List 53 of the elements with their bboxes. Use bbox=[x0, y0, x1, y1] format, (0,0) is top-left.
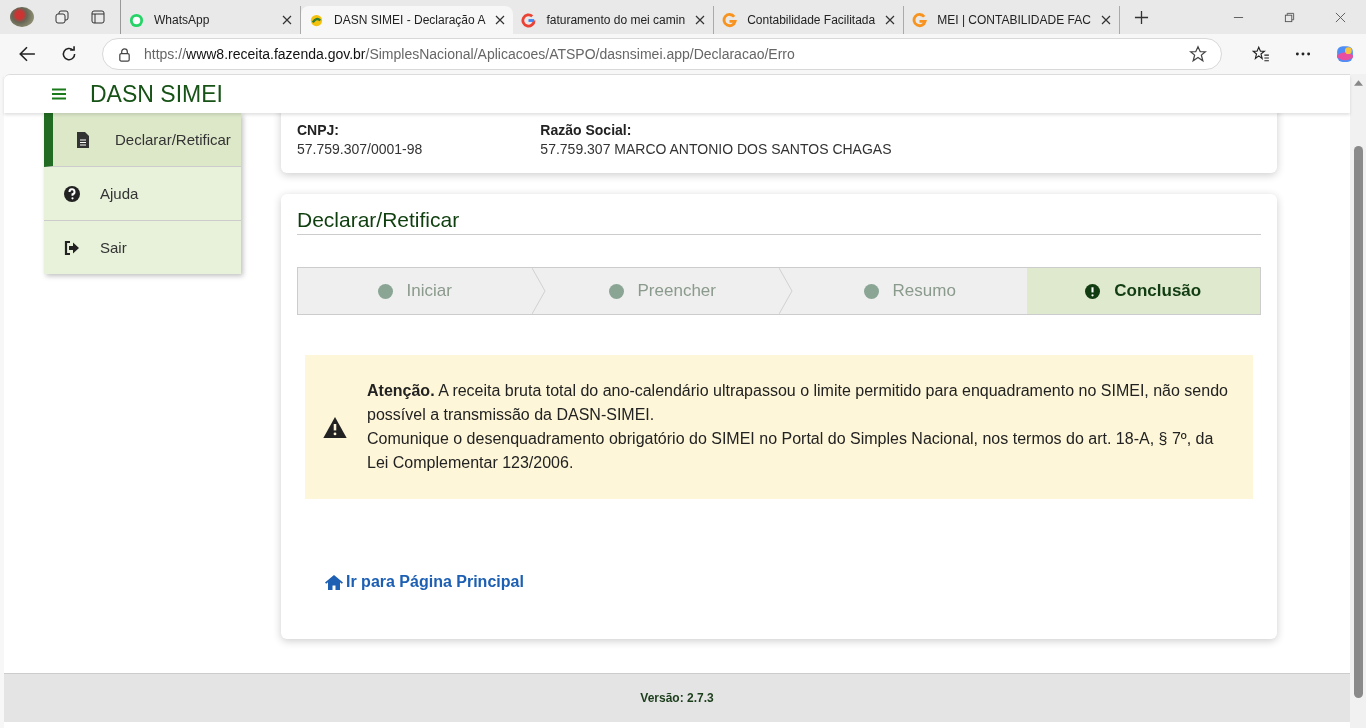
favicon-icon bbox=[722, 12, 738, 28]
scroll-up-icon[interactable] bbox=[1353, 80, 1363, 86]
workspaces-icon[interactable] bbox=[54, 9, 70, 25]
copilot-icon[interactable] bbox=[1336, 45, 1354, 63]
version-text: Versão: 2.7.3 bbox=[640, 691, 714, 705]
wizard-step: Preencher bbox=[545, 268, 779, 314]
favicon-icon bbox=[309, 12, 324, 28]
close-tab-icon[interactable] bbox=[885, 15, 896, 25]
menu-icon[interactable] bbox=[52, 88, 66, 100]
close-icon[interactable] bbox=[1335, 11, 1346, 23]
close-tab-icon[interactable] bbox=[282, 15, 292, 25]
scrollbar[interactable] bbox=[1350, 74, 1366, 728]
sidebar-item[interactable]: Sair bbox=[44, 221, 241, 274]
field-label: CNPJ: bbox=[297, 122, 340, 138]
wizard-step: Resumo bbox=[793, 268, 1027, 314]
field-label: Razão Social: bbox=[540, 122, 633, 138]
reload-icon[interactable] bbox=[60, 45, 78, 63]
restore-icon[interactable] bbox=[1284, 11, 1295, 23]
sidebar-item[interactable]: Ajuda bbox=[44, 167, 241, 221]
app-title: DASN SIMEI bbox=[90, 80, 223, 108]
close-tab-icon[interactable] bbox=[1100, 15, 1111, 25]
sign-out-icon bbox=[64, 239, 80, 256]
profile-avatar-icon[interactable] bbox=[10, 7, 34, 27]
address-field[interactable]: https://www8.receita.fazenda.gov.br/SimplesNacional/Aplicacoes/ATSPO/dasnsimei.app/Declaracao/Erro bbox=[102, 38, 1222, 70]
section-title: Declarar/Retificar bbox=[297, 208, 1261, 235]
favicon-icon bbox=[129, 12, 144, 28]
help-icon bbox=[64, 185, 80, 202]
step-dot-icon bbox=[863, 283, 879, 299]
field-value: 57.759.307 MARCO ANTONIO DOS SANTOS CHAGAS bbox=[540, 141, 892, 157]
sidebar-item[interactable]: Declarar/Retificar bbox=[44, 113, 241, 167]
alert-text: Comunique o desenquadramento obrigatório do SIMEI no Portal do Simples Nacional, nos termos do art. 18-A, § 7º, da Lei Complementar 123/2006. bbox=[367, 429, 1215, 473]
favicon-icon bbox=[521, 12, 537, 28]
close-tab-icon[interactable] bbox=[695, 15, 706, 25]
wizard-step: Conclusão bbox=[1026, 268, 1260, 314]
tab-actions-icon[interactable] bbox=[90, 9, 106, 25]
home-icon bbox=[325, 574, 343, 590]
step-dot-icon bbox=[377, 283, 393, 299]
warning-icon bbox=[323, 416, 347, 438]
favicon-icon bbox=[912, 12, 928, 28]
browser-tab[interactable]: DASN SIMEI - Declaração A bbox=[301, 6, 514, 34]
lock-icon[interactable] bbox=[117, 46, 132, 62]
favorites-icon[interactable] bbox=[1252, 45, 1270, 63]
favorite-star-icon[interactable] bbox=[1189, 45, 1207, 63]
close-tab-icon[interactable] bbox=[495, 15, 506, 25]
wizard-step: Iniciar bbox=[298, 268, 532, 314]
document-icon bbox=[75, 131, 91, 148]
exclamation-icon bbox=[1085, 283, 1101, 299]
step-dot-icon bbox=[608, 283, 624, 299]
alert-text: Atenção. A receita bruta total do ano-calendário ultrapassou o limite permitido para enquadramento no SIMEI, não sendo possível a transmissão da DASN-SIMEI. bbox=[367, 381, 1229, 425]
new-tab-icon[interactable] bbox=[1133, 9, 1149, 25]
home-link[interactable]: Ir para Página Principal bbox=[325, 573, 1261, 591]
field-value: 57.759.307/0001-98 bbox=[297, 141, 423, 157]
back-icon[interactable] bbox=[18, 45, 36, 63]
